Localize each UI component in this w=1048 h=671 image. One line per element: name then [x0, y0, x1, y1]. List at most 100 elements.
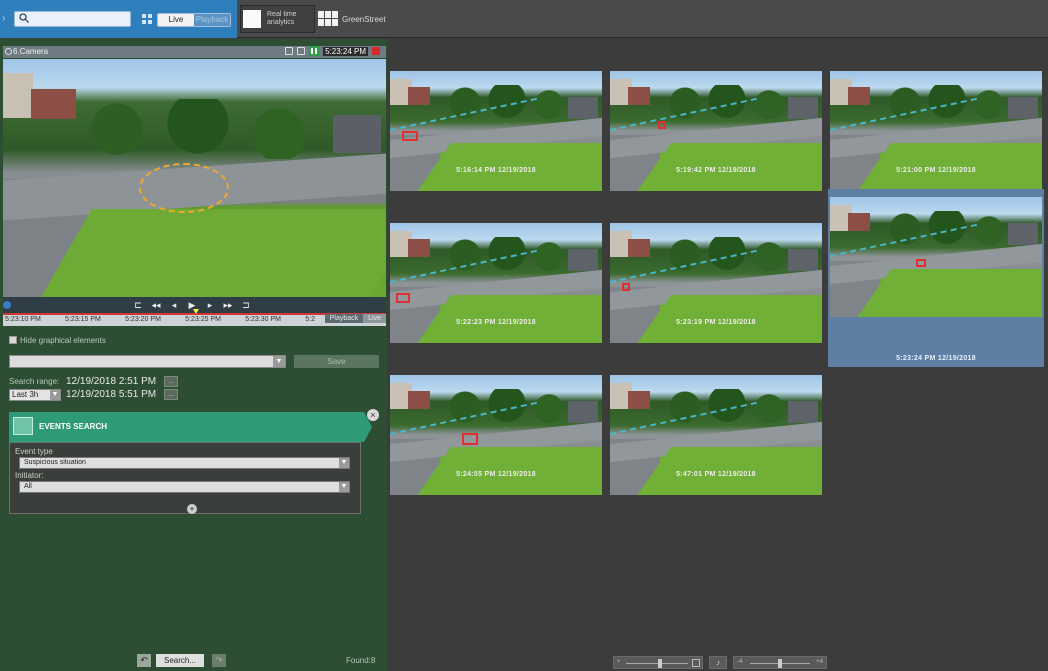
events-search-header: EVENTS SEARCH: [9, 412, 372, 442]
result-item[interactable]: 5:16:14 PM 12/19/2018: [388, 39, 604, 191]
result-timestamp: 5:21:00 PM 12/19/2018: [896, 167, 976, 174]
level-slider-handle[interactable]: [778, 659, 782, 668]
camera-title: 6.Camera: [13, 47, 49, 56]
result-timestamp: 5:47:01 PM 12/19/2018: [676, 471, 756, 478]
timeline-cursor[interactable]: [193, 309, 199, 315]
events-search-form: Event type Suspicious situation ▼ Initia…: [9, 442, 361, 514]
redo-icon[interactable]: ↷: [212, 654, 226, 667]
timeline-tick-label: 5:23:30 PM: [245, 316, 281, 323]
result-item[interactable]: 5:21:00 PM 12/19/2018: [828, 39, 1044, 191]
search-icon: [19, 13, 29, 23]
tab-realtime-label-line1: Real time: [267, 11, 297, 18]
detection-zone-ring: [139, 163, 229, 213]
fullscreen-icon[interactable]: [692, 659, 700, 667]
initiator-value: All: [24, 483, 32, 490]
app-window: › Live Playback Real time analytics Gree…: [0, 0, 1048, 671]
timeline-tick-label: 5:23:25 PM: [185, 316, 221, 323]
fast-rewind-icon[interactable]: ◂◂: [151, 299, 161, 311]
record-icon[interactable]: [372, 47, 380, 55]
tab-realtime-label-line2: analytics: [267, 19, 295, 26]
mode-live-button[interactable]: Live: [158, 14, 194, 26]
add-condition-icon[interactable]: +: [187, 504, 197, 514]
chevron-down-icon: ▼: [273, 356, 285, 367]
range-to-value: 12/19/2018 5:51 PM: [66, 389, 157, 400]
result-timestamp: 5:22:23 PM 12/19/2018: [456, 319, 536, 326]
camera-video-view[interactable]: [3, 59, 386, 297]
zoom-slider-handle[interactable]: [658, 659, 662, 668]
camera-header: 6.Camera 5:23:24 PM: [3, 46, 386, 58]
result-timestamp: 5:23:19 PM 12/19/2018: [676, 319, 756, 326]
fast-forward-icon[interactable]: ▸▸: [223, 299, 233, 311]
search-range-label: Search range:: [9, 377, 60, 386]
found-count: Found:8: [346, 656, 376, 665]
bell-icon[interactable]: ♪: [709, 656, 727, 669]
events-search-icon: [13, 417, 33, 435]
timeline-tick-label: 5:2: [305, 316, 315, 323]
initiator-label: Initiator:: [15, 471, 44, 480]
level-max-label: +4: [816, 659, 823, 665]
result-thumbnail[interactable]: [830, 197, 1042, 317]
range-preset-dropdown[interactable]: Last 3h ▼: [9, 389, 61, 401]
result-item[interactable]: 5:47:01 PM 12/19/2018: [608, 343, 824, 495]
level-min-label: -4: [737, 659, 743, 665]
layout-grid-icon[interactable]: [142, 14, 152, 24]
result-timestamp: 5:23:24 PM 12/19/2018: [896, 355, 976, 362]
event-type-dropdown[interactable]: Suspicious situation ▼: [19, 457, 350, 469]
event-type-label: Event type: [15, 447, 53, 456]
hide-graphical-checkbox[interactable]: [9, 336, 17, 344]
mode-playback-button[interactable]: Playback: [194, 14, 230, 26]
timeline-live-button[interactable]: Live: [363, 314, 386, 323]
level-slider[interactable]: -4 +4: [733, 656, 827, 669]
go-to-start-icon[interactable]: ⊏: [133, 299, 143, 311]
chevron-down-icon: ▼: [339, 482, 349, 492]
left-panel: 6.Camera 5:23:24 PM ⊏ ◂◂ ◂ ▶ ▸ ▸▸ ⊐ 5:23…: [0, 39, 387, 671]
chevron-down-icon: ▼: [50, 390, 60, 400]
step-back-icon[interactable]: ◂: [169, 299, 179, 311]
search-input[interactable]: [33, 13, 127, 25]
tab-greenstreet[interactable]: GreenStreet: [318, 5, 390, 33]
range-preset-value: Last 3h: [12, 390, 39, 399]
live-playback-toggle[interactable]: Live Playback: [157, 13, 231, 27]
timeline-tick-label: 5:23:10 PM: [5, 316, 41, 323]
results-grid: 5:16:14 PM 12/19/2018 5:19:42 PM 12/19/2…: [387, 39, 1048, 671]
timeline[interactable]: 5:23:10 PM 5:23:15 PM 5:23:20 PM 5:23:25…: [3, 309, 386, 326]
undo-icon[interactable]: ↶: [137, 654, 151, 667]
panel-toggle-arrow-icon[interactable]: ›: [2, 13, 5, 24]
camera-export-icon[interactable]: [297, 47, 306, 55]
pause-icon[interactable]: [309, 46, 320, 56]
result-item[interactable]: 5:24:55 PM 12/19/2018: [388, 343, 604, 495]
result-item[interactable]: 5:23:19 PM 12/19/2018: [608, 191, 824, 343]
camera-snapshot-icon[interactable]: [285, 47, 294, 55]
zoom-min-label: +: [617, 659, 621, 665]
initiator-dropdown[interactable]: All ▼: [19, 481, 350, 493]
range-from-picker-button[interactable]: ...: [164, 376, 178, 387]
timeline-tick-label: 5:23:15 PM: [65, 316, 101, 323]
result-item[interactable]: 5:19:42 PM 12/19/2018: [608, 39, 824, 191]
close-icon[interactable]: ×: [367, 409, 379, 421]
result-timestamp: 5:24:55 PM 12/19/2018: [456, 471, 536, 478]
top-toolbar: › Live Playback Real time analytics Gree…: [0, 0, 1048, 38]
camera-search-box[interactable]: [14, 11, 131, 27]
zoom-slider[interactable]: +: [613, 656, 703, 669]
bottom-controls: + ♪ -4 +4: [613, 656, 839, 669]
step-forward-icon[interactable]: ▸: [205, 299, 215, 311]
range-to-picker-button[interactable]: ...: [164, 389, 178, 400]
hide-graphical-label: Hide graphical elements: [20, 336, 106, 345]
grid-layout-icon: [318, 11, 338, 27]
tab-realtime-analytics[interactable]: Real time analytics: [240, 5, 315, 33]
sync-icon[interactable]: [3, 301, 11, 309]
chevron-down-icon: ▼: [339, 458, 349, 468]
result-item[interactable]: 5:22:23 PM 12/19/2018: [388, 191, 604, 343]
events-search-title: EVENTS SEARCH: [39, 422, 108, 431]
search-footer: ↶ Search... ↷ Found:8: [0, 654, 387, 671]
preset-dropdown[interactable]: ▼: [9, 355, 286, 368]
timeline-playback-button[interactable]: Playback: [324, 314, 364, 323]
realtime-analytics-thumbnail: [243, 10, 261, 28]
camera-settings-icon[interactable]: [5, 48, 12, 55]
search-button[interactable]: Search...: [156, 654, 204, 667]
result-item-selected[interactable]: 5:23:24 PM 12/19/2018: [828, 189, 1044, 367]
save-button[interactable]: Save: [294, 355, 379, 368]
go-to-end-icon[interactable]: ⊐: [241, 299, 251, 311]
top-left-pane: › Live Playback: [0, 0, 237, 38]
camera-time: 5:23:24 PM: [323, 46, 368, 56]
